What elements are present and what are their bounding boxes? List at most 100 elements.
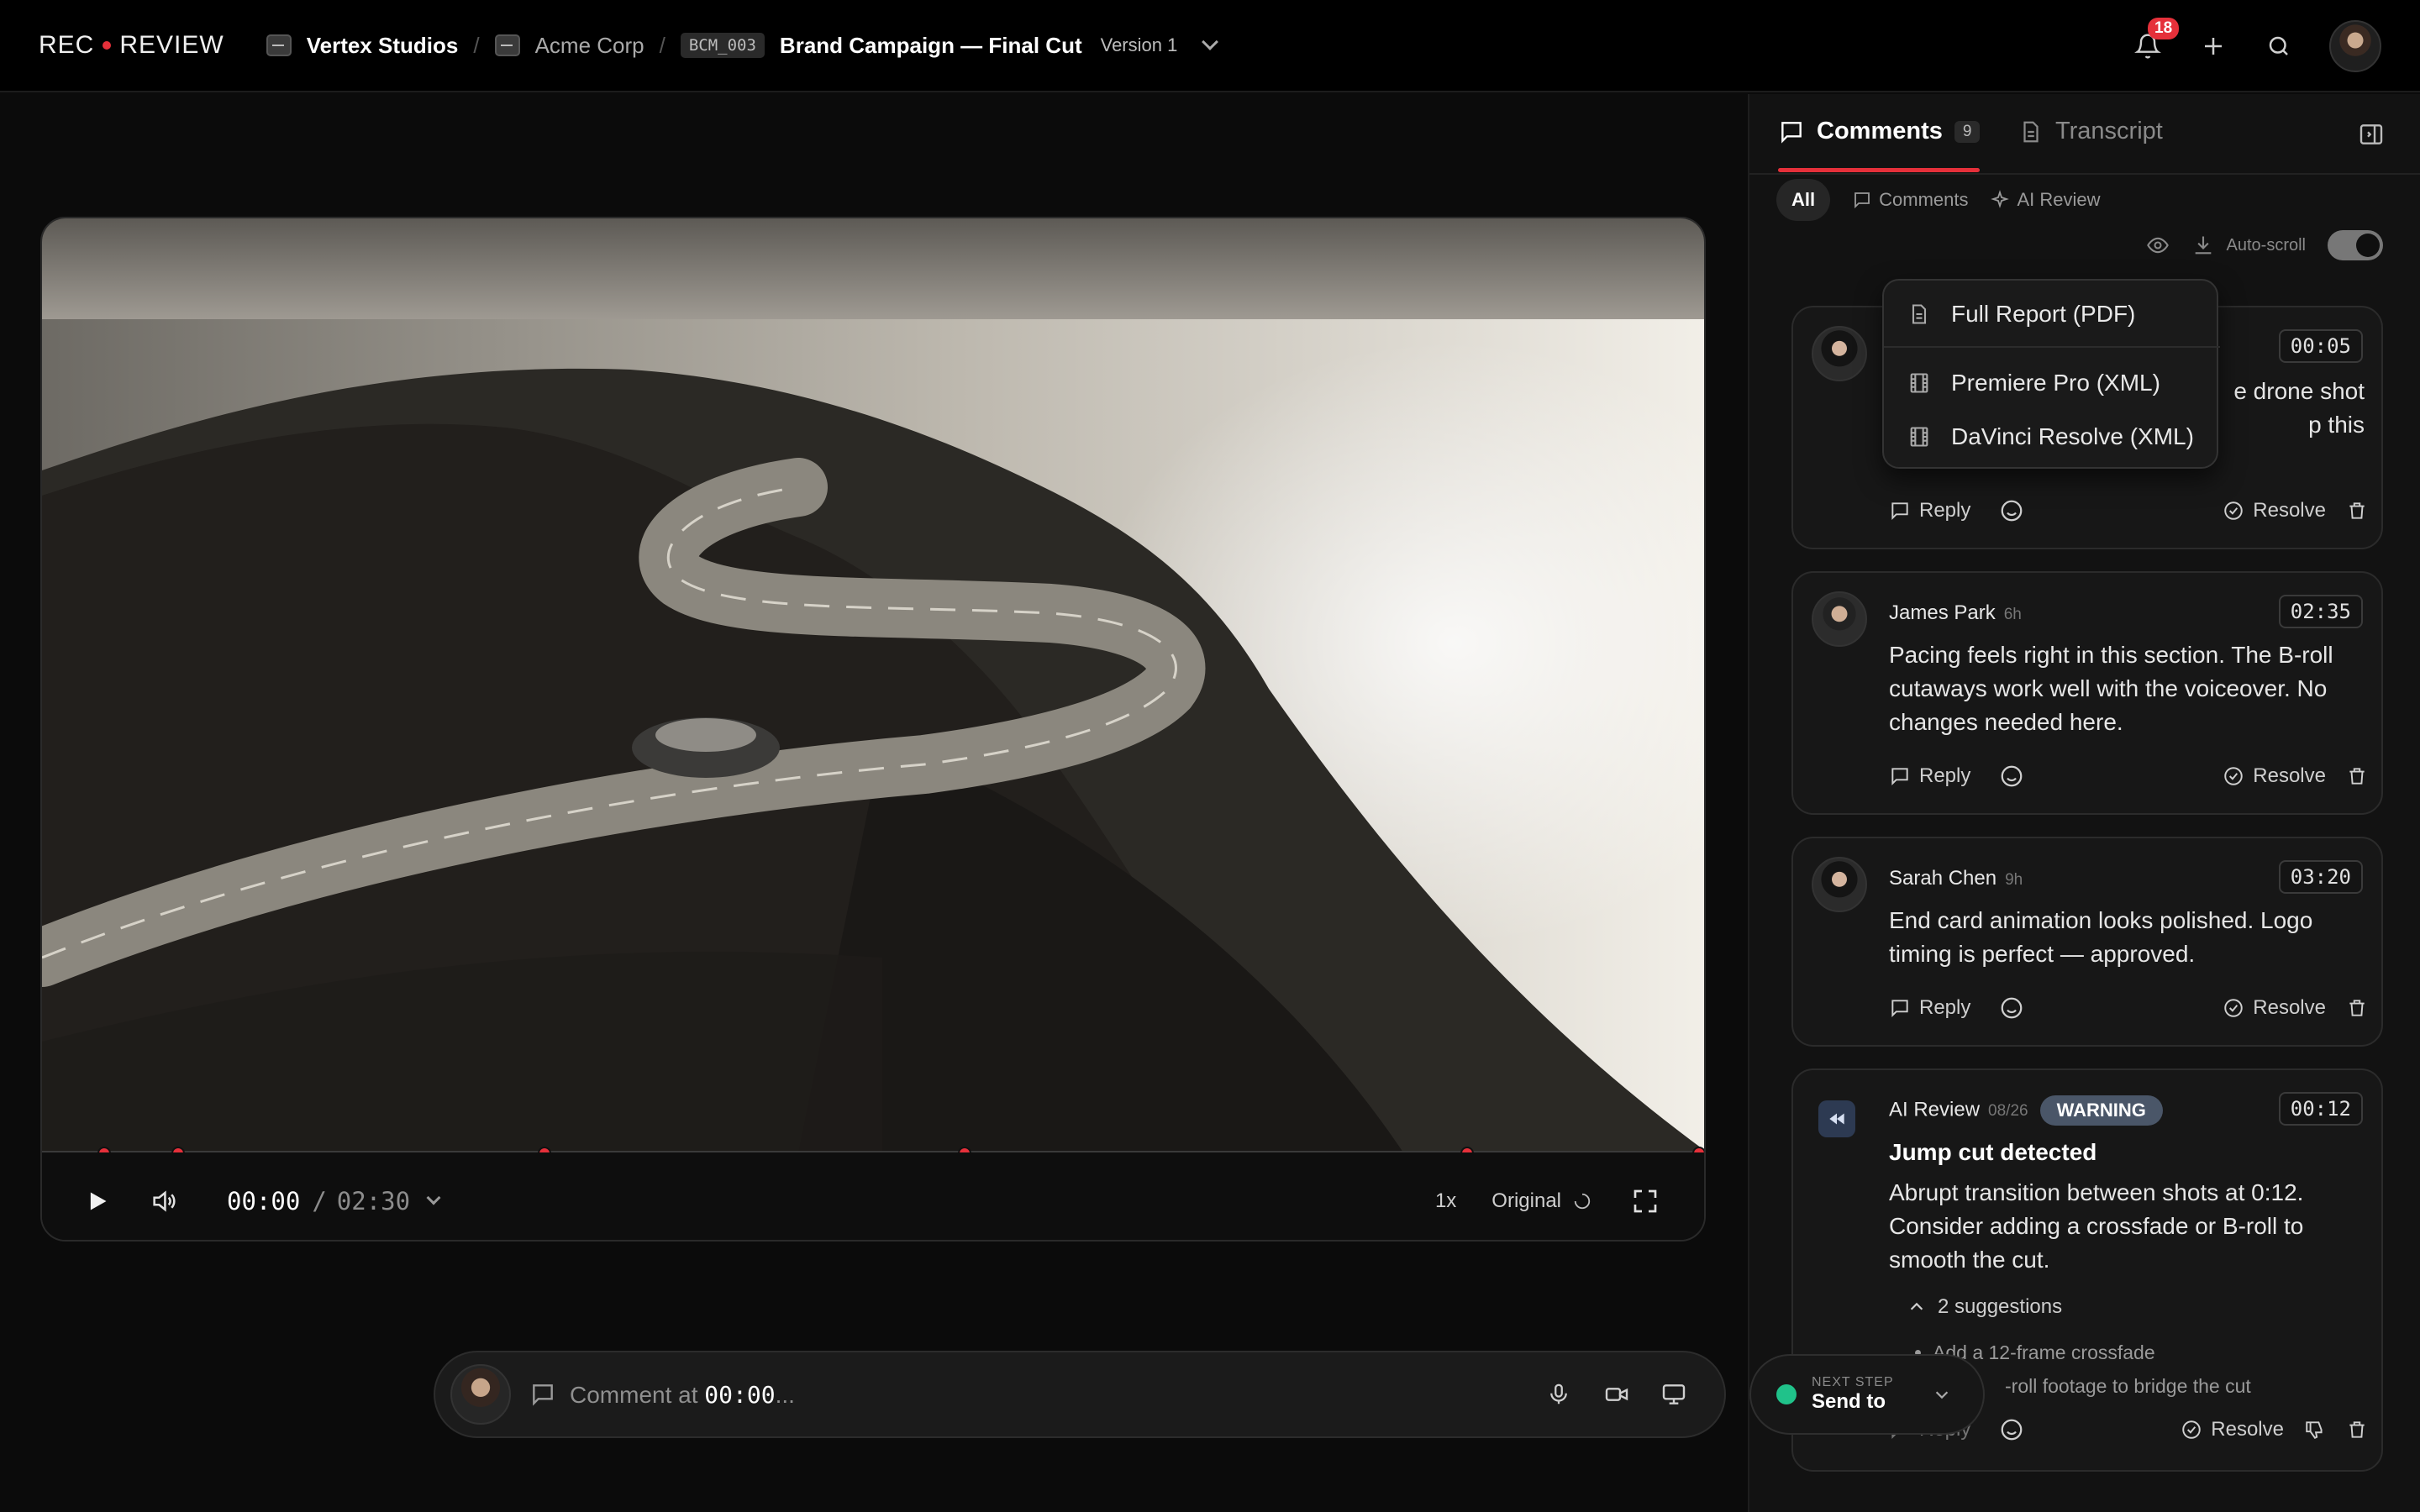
breadcrumb-client[interactable]: Acme Corp xyxy=(535,33,644,59)
emoji-icon[interactable] xyxy=(1999,1417,2024,1442)
filter-ai-review[interactable]: AI Review xyxy=(1990,189,2101,211)
panel-tabs: Comments 9 Transcript xyxy=(1749,94,2420,175)
download-icon[interactable] xyxy=(2191,234,2215,257)
export-menu: Full Report (PDF) Premiere Pro (XML) DaV… xyxy=(1882,279,2220,469)
reply-button[interactable]: Reply xyxy=(1889,996,1970,1020)
resolve-button[interactable]: Resolve xyxy=(2223,996,2326,1020)
panel-tools: Auto-scroll xyxy=(2146,228,2383,262)
warning-badge: WARNING xyxy=(2039,1095,2163,1126)
export-premiere-item[interactable]: Premiere Pro (XML) xyxy=(1884,360,2220,407)
loading-icon xyxy=(1574,1193,1591,1210)
reply-label: Reply xyxy=(1919,996,1971,1019)
comment-timestamp[interactable]: 03:20 xyxy=(2278,860,2363,894)
suggestions-label: 2 suggestions xyxy=(1938,1295,2063,1318)
check-circle-icon xyxy=(2224,501,2244,520)
filter-comments[interactable]: Comments xyxy=(1852,189,1968,211)
reply-label: Reply xyxy=(1919,764,1971,787)
export-premiere-label: Premiere Pro (XML) xyxy=(1951,370,2160,396)
reply-icon xyxy=(1891,502,1908,521)
comment-timestamp[interactable]: 00:05 xyxy=(2278,329,2363,363)
logo-text-rec: REC xyxy=(39,31,95,59)
tab-transcript[interactable]: Transcript xyxy=(2018,118,2163,145)
comment-icon xyxy=(533,1384,553,1406)
tab-comments[interactable]: Comments 9 xyxy=(1778,118,1981,145)
composer-avatar xyxy=(450,1364,511,1425)
export-pdf-item[interactable]: Full Report (PDF) xyxy=(1884,291,2220,338)
version-selector[interactable]: Version 1 xyxy=(1101,34,1178,56)
ai-review-author: AI Review 08/26 WARNING xyxy=(1889,1095,2163,1126)
next-step-button[interactable]: NEXT STEP Send to xyxy=(1749,1354,1985,1435)
comment-input-time: 00:00 xyxy=(704,1380,776,1409)
comment-author: Sarah Chen 9h xyxy=(1889,867,2023,890)
comment-timestamp[interactable]: 02:35 xyxy=(2278,595,2363,628)
comment-actions: Reply Resolve xyxy=(1889,496,2368,526)
comment-input[interactable]: Comment at 00:00... xyxy=(570,1381,795,1409)
trash-icon[interactable] xyxy=(2346,997,2368,1019)
emoji-icon[interactable] xyxy=(1999,764,2024,789)
emoji-icon[interactable] xyxy=(1999,498,2024,523)
export-davinci-item[interactable]: DaVinci Resolve (XML) xyxy=(1884,413,2220,460)
trash-icon[interactable] xyxy=(2346,1419,2368,1441)
microphone-icon[interactable] xyxy=(1546,1382,1571,1407)
suggestions-toggle[interactable]: 2 suggestions xyxy=(1907,1295,2062,1319)
status-dot xyxy=(1776,1384,1797,1404)
suggestion-item[interactable]: -roll footage to bridge the cut xyxy=(1933,1369,2353,1403)
comment-timestamp[interactable]: 00:12 xyxy=(2278,1092,2363,1126)
current-time: 00:00 xyxy=(227,1187,301,1215)
user-avatar[interactable] xyxy=(2329,20,2381,72)
video-camera-icon[interactable] xyxy=(1603,1381,1630,1408)
check-circle-icon xyxy=(2182,1420,2202,1439)
video-frame[interactable] xyxy=(42,218,1704,1152)
ai-review-body: Abrupt transition between shots at 0:12.… xyxy=(1889,1179,2304,1273)
comment-avatar xyxy=(1812,857,1867,912)
resolve-label: Resolve xyxy=(2253,764,2326,787)
emoji-icon[interactable] xyxy=(1999,995,2024,1021)
resolve-button[interactable]: Resolve xyxy=(2181,1418,2284,1441)
playback-speed[interactable]: 1x xyxy=(1435,1189,1456,1213)
film-icon xyxy=(1910,373,1928,393)
search-button[interactable] xyxy=(2264,31,2294,61)
export-pdf-label: Full Report (PDF) xyxy=(1951,301,2136,327)
reply-icon xyxy=(1891,1000,1908,1018)
video-still-image xyxy=(42,218,1704,1152)
suggestion-item[interactable]: Add a 12-frame crossfade xyxy=(1933,1336,2353,1369)
trash-icon[interactable] xyxy=(2346,765,2368,787)
reply-icon xyxy=(1891,768,1908,786)
trash-icon[interactable] xyxy=(2346,500,2368,522)
top-bar: REC REVIEW Vertex Studios / Acme Corp / … xyxy=(0,0,2420,92)
chevron-down-icon[interactable] xyxy=(426,1190,441,1205)
play-button[interactable] xyxy=(86,1184,119,1218)
autoscroll-toggle[interactable] xyxy=(2328,230,2383,260)
chevron-down-icon[interactable] xyxy=(1202,34,1219,50)
menu-divider xyxy=(1884,346,2220,348)
time-separator: / xyxy=(312,1187,327,1215)
project-title[interactable]: Brand Campaign — Final Cut xyxy=(780,33,1082,59)
notifications-button[interactable]: 18 xyxy=(2133,18,2180,61)
add-button[interactable] xyxy=(2198,31,2228,61)
play-icon xyxy=(90,1192,107,1210)
ai-review-title: Jump cut detected xyxy=(1889,1139,2097,1165)
next-step-label: NEXT STEP xyxy=(1812,1375,1894,1389)
fullscreen-button[interactable] xyxy=(1632,1184,1665,1218)
volume-icon xyxy=(153,1190,176,1212)
breadcrumb-workspace[interactable]: Vertex Studios xyxy=(307,33,459,59)
reply-button[interactable]: Reply xyxy=(1889,764,1970,788)
thumbs-down-icon[interactable] xyxy=(2304,1419,2326,1441)
screen-share-icon[interactable] xyxy=(1660,1381,1687,1408)
video-player: 00:00 / 02:30 1x Original xyxy=(40,217,1706,1242)
reply-button[interactable]: Reply xyxy=(1889,499,1970,522)
volume-button[interactable] xyxy=(150,1184,183,1218)
client-icon xyxy=(494,34,520,56)
player-controls-row: 00:00 / 02:30 1x Original xyxy=(42,1184,1704,1218)
export-davinci-label: DaVinci Resolve (XML) xyxy=(1951,423,2194,449)
collapse-panel-icon[interactable] xyxy=(2358,121,2385,148)
quality-selector[interactable]: Original xyxy=(1491,1189,1561,1213)
resolve-button[interactable]: Resolve xyxy=(2223,764,2326,788)
header-actions: 18 xyxy=(2133,0,2381,92)
resolve-label: Resolve xyxy=(2253,996,2326,1019)
resolve-button[interactable]: Resolve xyxy=(2223,499,2326,522)
eye-icon[interactable] xyxy=(2146,234,2170,257)
filter-all[interactable]: All xyxy=(1776,179,1831,221)
app-logo[interactable]: REC REVIEW xyxy=(39,31,224,60)
film-icon xyxy=(1910,427,1928,447)
